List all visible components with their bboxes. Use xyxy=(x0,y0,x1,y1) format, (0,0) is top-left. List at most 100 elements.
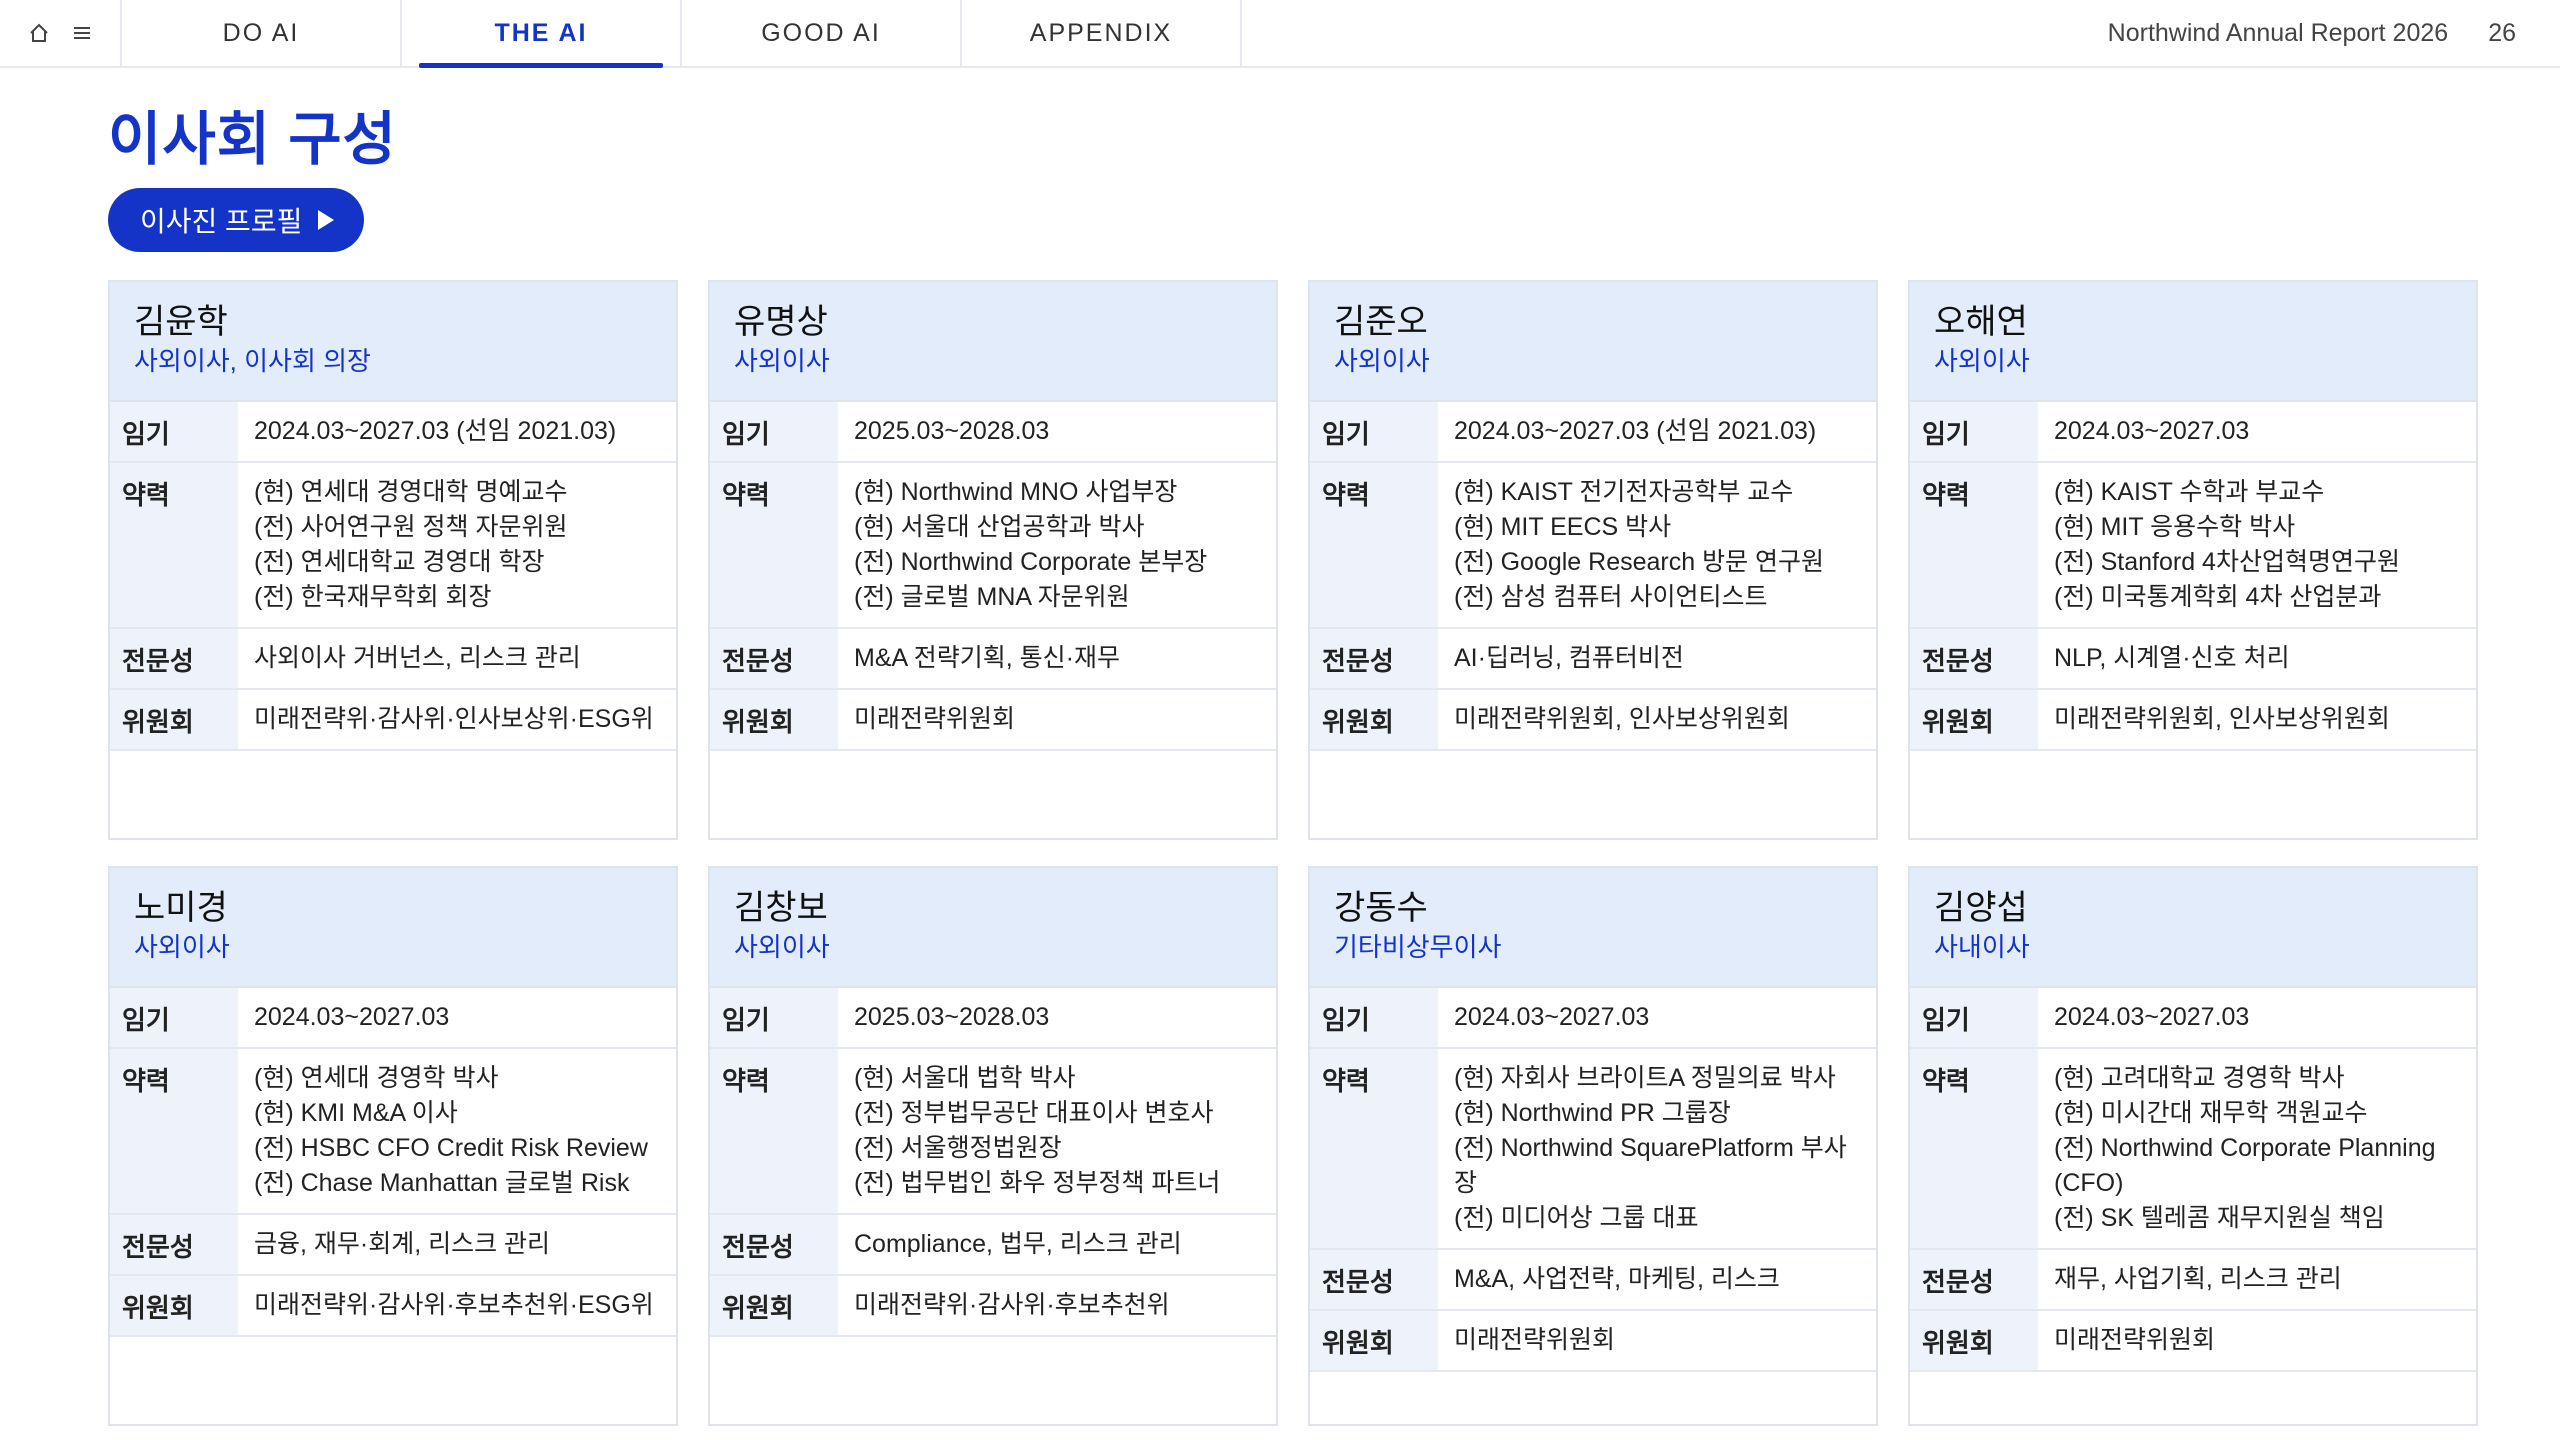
director-name: 노미경 xyxy=(134,889,228,927)
term-value: 2024.03~2027.03 xyxy=(2038,988,2476,1049)
career-label: 약력 xyxy=(1910,463,2038,629)
director-card: 김양섭 사내이사 임기 2024.03~2027.03 약력 (현) 고려대학교 경영학 … xyxy=(1908,866,2478,1426)
committee-value: 미래전략위원회 xyxy=(838,690,1276,751)
director-card: 노미경 사외이사 임기 2024.03~2027.03 약력 (현) 연세대 경영학 박사… xyxy=(108,866,678,1426)
committee-value: 미래전략위·감사위·인사보상위·ESG위 xyxy=(238,690,676,751)
tab-appendix[interactable]: APPENDIX xyxy=(962,0,1242,66)
career-item: (전) 연세대학교 경영대 학장 xyxy=(254,548,545,576)
term-value: 2024.03~2027.03 (선임 2021.03) xyxy=(1438,402,1876,463)
career-item: (전) HSBC CFO Credit Risk Review xyxy=(254,1134,648,1162)
expertise-value: M&A, 사업전략, 마케팅, 리스크 xyxy=(1438,1250,1876,1311)
director-card-header: 노미경사외이사 xyxy=(110,868,676,988)
career-item: (현) MIT 응용수학 박사 xyxy=(2054,513,2296,541)
play-arrow-icon xyxy=(318,210,335,230)
committee-label: 위원회 xyxy=(710,690,838,751)
career-item: (현) Northwind MNO 사업부장 xyxy=(854,478,1178,506)
career-item: (현) 고려대학교 경영학 박사 xyxy=(2054,1064,2345,1092)
tab-the-ai[interactable]: THE AI xyxy=(402,0,682,68)
career-item: (현) 연세대 경영학 박사 xyxy=(254,1064,499,1092)
director-role: 사외이사 xyxy=(734,932,830,962)
career-value: (현) Northwind MNO 사업부장 (현) 서울대 산업공학과 박사 (전… xyxy=(838,463,1276,629)
career-item: (현) 연세대 경영대학 명예교수 xyxy=(254,478,568,506)
expertise-label: 전문성 xyxy=(110,629,238,690)
career-value: (현) 고려대학교 경영학 박사 (현) 미시간대 재무학 객원교수 (전) Nor… xyxy=(2038,1049,2476,1250)
expertise-value: M&A 전략기획, 통신·재무 xyxy=(838,629,1276,690)
director-card-header: 강동수기타비상무이사 xyxy=(1310,868,1876,988)
director-card-header: 김창보 사외이사 xyxy=(710,868,1276,988)
tab-good-ai[interactable]: GOOD AI xyxy=(682,0,962,66)
expertise-label: 전문성 xyxy=(110,1215,238,1276)
home-icon[interactable] xyxy=(28,22,50,44)
director-role: 사외이사 xyxy=(734,346,830,376)
director-name: 김윤학 xyxy=(134,303,228,341)
term-label: 임기 xyxy=(1910,402,2038,463)
committee-label: 위원회 xyxy=(1310,690,1438,751)
career-label: 약력 xyxy=(1310,463,1438,629)
career-value: (현) 서울대 법학 박사 (전) 정부법무공단 대표이사 변호사 (전) 서울행정… xyxy=(838,1049,1276,1215)
term-label: 임기 xyxy=(1310,402,1438,463)
director-info-table: 임기 2025.03~2028.03 약력 (현) 서울대 법학 박사 (전) 정부법무… xyxy=(710,988,1276,1337)
director-card: 김준오 사외이사 임기 2024.03~2027.03 (선임 2021.03) 약력(… xyxy=(1308,280,1878,840)
expertise-label: 전문성 xyxy=(1910,1250,2038,1311)
page-number: 26 xyxy=(2488,18,2516,47)
career-label: 약력 xyxy=(710,463,838,629)
director-name: 오해연 xyxy=(1934,303,2028,341)
director-card-header: 유명상사외이사 xyxy=(710,282,1276,402)
term-value: 2024.03~2027.03 xyxy=(1438,988,1876,1049)
career-value: (현) 연세대 경영학 박사 (현) KMI M&A 이사 (전) HSBC CFO… xyxy=(238,1049,676,1215)
director-card-header: 오해연사외이사 xyxy=(1910,282,2476,402)
career-item: (전) Northwind Corporate 본부장 xyxy=(854,548,1208,576)
career-item: (현) MIT EECS 박사 xyxy=(1454,513,1672,541)
expertise-value: NLP, 시계열·신호 처리 xyxy=(2038,629,2476,690)
report-title: Northwind Annual Report 2026 xyxy=(2107,18,2449,47)
career-item: (현) KAIST 수학과 부교수 xyxy=(2054,478,2325,506)
director-role: 사외이사 xyxy=(1334,346,1430,376)
expertise-value: 재무, 사업기획, 리스크 관리 xyxy=(2038,1250,2476,1311)
director-card-grid: 김윤학 사외이사, 이사회 의장 임기 2024.03~2027.03 (선임 202… xyxy=(108,280,2480,1426)
committee-value: 미래전략위원회 xyxy=(2038,1311,2476,1372)
director-name: 유명상 xyxy=(734,303,828,341)
nav-icon-group xyxy=(0,0,122,66)
director-role: 기타비상무이사 xyxy=(1334,932,1502,962)
career-item: (현) 서울대 산업공학과 박사 xyxy=(854,513,1145,541)
expertise-label: 전문성 xyxy=(1310,1250,1438,1311)
career-item: (전) 법무법인 화우 정부정책 파트너 xyxy=(854,1169,1221,1197)
career-item: (전) 정부법무공단 대표이사 변호사 xyxy=(854,1099,1214,1127)
tab-do-ai[interactable]: DO AI xyxy=(122,0,402,66)
career-item: (전) Google Research 방문 연구원 xyxy=(1454,548,1825,576)
term-value: 2025.03~2028.03 xyxy=(838,988,1276,1049)
committee-value: 미래전략위·감사위·후보추천위·ESG위 xyxy=(238,1276,676,1337)
menu-icon[interactable] xyxy=(72,25,92,41)
director-role: 사외이사 xyxy=(134,932,230,962)
career-item: (현) Northwind PR 그룹장 xyxy=(1454,1099,1731,1127)
career-label: 약력 xyxy=(1910,1049,2038,1250)
term-value: 2024.03~2027.03 xyxy=(2038,402,2476,463)
section-tabs: DO AI THE AI GOOD AI APPENDIX xyxy=(122,0,1242,68)
career-item: (전) Stanford 4차산업혁명연구원 xyxy=(2054,548,2400,576)
committee-label: 위원회 xyxy=(1910,1311,2038,1372)
career-item: (전) Northwind SquarePlatform 부사장 xyxy=(1454,1134,1847,1197)
expertise-label: 전문성 xyxy=(710,1215,838,1276)
career-item: (현) 자회사 브라이트A 정밀의료 박사 xyxy=(1454,1064,1836,1092)
career-label: 약력 xyxy=(110,1049,238,1215)
director-role: 사외이사 xyxy=(1934,346,2030,376)
director-card: 오해연사외이사임기 2024.03~2027.03 약력 (현) KAIST 수학과 … xyxy=(1908,280,2478,840)
career-value: (현) 자회사 브라이트A 정밀의료 박사 (현) Northwind PR 그룹… xyxy=(1438,1049,1876,1250)
term-label: 임기 xyxy=(710,402,838,463)
director-card: 김윤학 사외이사, 이사회 의장 임기 2024.03~2027.03 (선임 202… xyxy=(108,280,678,840)
term-label: 임기 xyxy=(1910,988,2038,1049)
director-info-table: 임기 2024.03~2027.03 약력 (현) 고려대학교 경영학 박사 (현) 미… xyxy=(1910,988,2476,1372)
career-item: (전) 글로벌 MNA 자문위원 xyxy=(854,583,1130,611)
career-item: (전) SK 텔레콤 재무지원실 책임 xyxy=(2054,1204,2385,1232)
expertise-label: 전문성 xyxy=(1310,629,1438,690)
director-name: 김준오 xyxy=(1334,303,1428,341)
expertise-value: 사외이사 거버넌스, 리스크 관리 xyxy=(238,629,676,690)
director-info-table: 임기 2024.03~2027.03 (선임 2021.03) 약력 (현) KAIS… xyxy=(1310,402,1876,751)
committee-label: 위원회 xyxy=(110,690,238,751)
career-item: (현) 서울대 법학 박사 xyxy=(854,1064,1076,1092)
director-profile-button[interactable]: 이사진 프로필 xyxy=(108,188,365,252)
career-item: (전) Chase Manhattan 글로벌 Risk xyxy=(254,1169,630,1197)
expertise-value: AI·딥러닝, 컴퓨터비전 xyxy=(1438,629,1876,690)
director-name: 강동수 xyxy=(1334,889,1428,927)
career-label: 약력 xyxy=(1310,1049,1438,1250)
